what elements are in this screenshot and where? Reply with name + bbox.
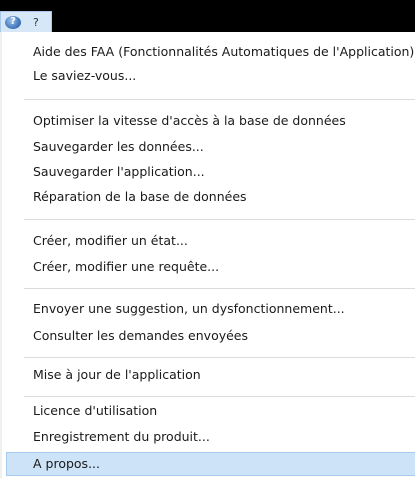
menu-item-creer-etat[interactable]: Créer, modifier un état... <box>6 229 415 253</box>
help-dropdown-menu: Aide des FAA (Fonctionnalités Automatiqu… <box>0 32 415 478</box>
menu-item-envoyer-suggestion[interactable]: Envoyer une suggestion, un dysfonctionne… <box>6 297 415 321</box>
help-menu-tab[interactable]: ? ? <box>0 11 52 32</box>
menu-separator <box>24 219 415 220</box>
menu-separator <box>24 396 415 397</box>
menu-separator <box>24 357 415 358</box>
menu-item-licence[interactable]: Licence d'utilisation <box>6 399 415 423</box>
menu-item-sauvegarder-donnees[interactable]: Sauvegarder les données... <box>6 135 415 159</box>
help-menu-label: ? <box>33 15 39 29</box>
menu-item-optimiser-vitesse[interactable]: Optimiser la vitesse d'accès à la base d… <box>6 109 415 133</box>
app-window: ? ? Aide des FAA (Fonctionnalités Automa… <box>0 0 415 478</box>
menu-item-consulter-demandes[interactable]: Consulter les demandes envoyées <box>6 324 415 348</box>
menu-item-sauvegarder-application[interactable]: Sauvegarder l'application... <box>6 160 415 184</box>
menu-item-le-saviez-vous[interactable]: Le saviez-vous... <box>6 64 415 88</box>
menu-bar: ? ? <box>0 0 415 32</box>
menu-item-creer-requete[interactable]: Créer, modifier une requête... <box>6 255 415 279</box>
menu-item-reparation-base[interactable]: Réparation de la base de données <box>6 185 415 209</box>
menu-separator <box>24 288 415 289</box>
help-question-icon: ? <box>5 15 21 29</box>
menu-separator <box>24 99 415 100</box>
menu-item-mise-a-jour[interactable]: Mise à jour de l'application <box>6 363 415 387</box>
menu-item-a-propos[interactable]: A propos... <box>6 452 415 476</box>
menu-item-enregistrement-produit[interactable]: Enregistrement du produit... <box>6 425 415 449</box>
menu-item-aide-faa[interactable]: Aide des FAA (Fonctionnalités Automatiqu… <box>6 40 415 64</box>
